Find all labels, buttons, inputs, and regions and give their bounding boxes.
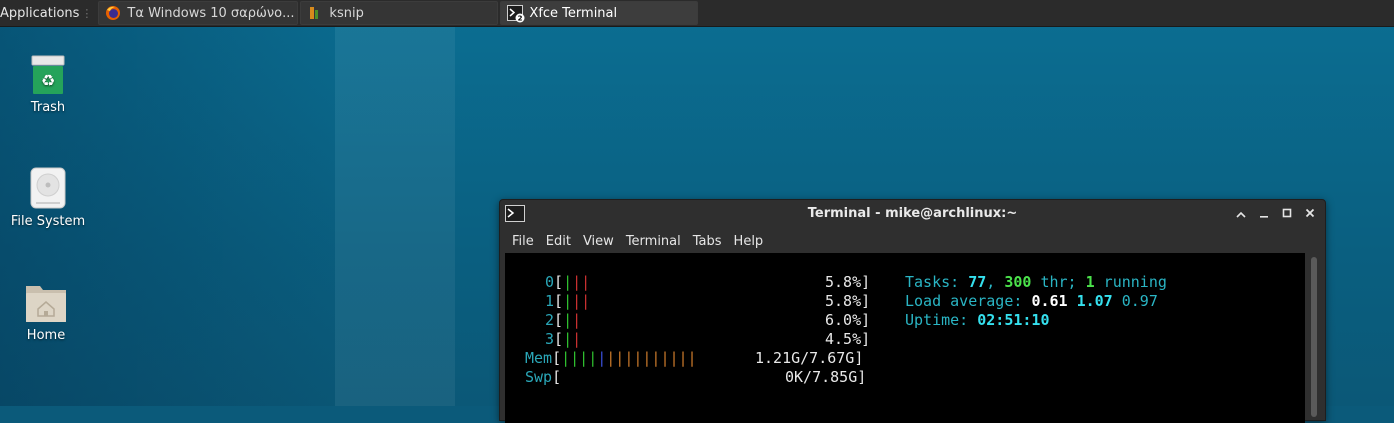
drive-icon bbox=[26, 166, 70, 210]
trash-icon: ♻ bbox=[26, 52, 70, 96]
task-terminal[interactable]: 2 Xfce Terminal bbox=[500, 1, 699, 25]
desktop-icon-filesystem[interactable]: File System bbox=[0, 166, 96, 229]
cpu-pct: 5.8%] bbox=[825, 273, 871, 291]
task-ksnip-label: ksnip bbox=[329, 5, 364, 21]
terminal-icon: 2 bbox=[507, 5, 525, 23]
applications-menu[interactable]: Applications ⋮ bbox=[0, 0, 96, 26]
menu-edit[interactable]: Edit bbox=[540, 234, 577, 249]
shade-button[interactable] bbox=[1229, 204, 1252, 224]
close-button[interactable] bbox=[1298, 204, 1321, 224]
desktop-icon-trash[interactable]: ♻ Trash bbox=[0, 52, 96, 115]
task-firefox[interactable]: Τα Windows 10 σαρώνο... bbox=[98, 1, 299, 25]
cpu-row: 3[|| bbox=[545, 330, 582, 348]
uptime-line: Uptime: 02:51:10 bbox=[905, 311, 1050, 329]
applications-menu-label: Applications bbox=[0, 5, 80, 21]
close-icon bbox=[1305, 207, 1315, 222]
home-folder-icon bbox=[24, 280, 68, 324]
swp-value: 0K/7.85G] bbox=[785, 368, 867, 386]
task-firefox-label: Τα Windows 10 σαρώνο... bbox=[127, 5, 295, 21]
window-title: Terminal - mike@archlinux:~ bbox=[807, 206, 1018, 221]
window-titlebar[interactable]: Terminal - mike@archlinux:~ bbox=[500, 200, 1325, 228]
task-ksnip[interactable]: ksnip bbox=[300, 1, 499, 25]
task-count-badge: 2 bbox=[518, 15, 523, 23]
cpu-row: 0[||| bbox=[545, 273, 591, 291]
handle-icon: ⋮ bbox=[81, 6, 93, 20]
ksnip-icon bbox=[307, 5, 323, 21]
maximize-button[interactable] bbox=[1275, 204, 1298, 224]
desktop-icon-filesystem-label: File System bbox=[10, 214, 86, 229]
menu-view[interactable]: View bbox=[577, 234, 620, 249]
menu-terminal[interactable]: Terminal bbox=[620, 234, 687, 249]
terminal-scrollbar[interactable] bbox=[1311, 257, 1317, 417]
desktop-icon-home[interactable]: Home bbox=[0, 280, 94, 343]
chevron-up-icon bbox=[1235, 207, 1246, 222]
svg-text:♻: ♻ bbox=[41, 71, 55, 90]
cpu-row: 2[|| bbox=[545, 311, 582, 329]
cpu-pct: 6.0%] bbox=[825, 311, 871, 329]
menu-file[interactable]: File bbox=[506, 234, 540, 249]
menu-tabs[interactable]: Tabs bbox=[687, 234, 728, 249]
task-terminal-label: Xfce Terminal bbox=[529, 5, 618, 21]
mem-row: Mem[||||||||||||||| bbox=[525, 349, 697, 367]
menu-help[interactable]: Help bbox=[728, 234, 770, 249]
mem-value: 1.21G/7.67G] bbox=[755, 349, 864, 367]
cpu-row: 1[||| bbox=[545, 292, 591, 310]
swp-row: Swp[ bbox=[525, 368, 562, 386]
terminal-menubar: File Edit View Terminal Tabs Help bbox=[500, 228, 1325, 254]
tasks-line: Tasks: 77, 300 thr; 1 running bbox=[905, 273, 1167, 291]
terminal-screen[interactable]: 0[||| 5.8%] 1[||| 5.8%] 2[|| 6.0%] 3[|| … bbox=[505, 253, 1305, 423]
minimize-icon bbox=[1259, 207, 1269, 222]
taskbar: Applications ⋮ Τα Windows 10 σαρώνο... k… bbox=[0, 0, 1394, 27]
desktop-icon-home-label: Home bbox=[26, 328, 66, 343]
load-line: Load average: 0.61 1.07 0.97 bbox=[905, 292, 1158, 310]
cpu-pct: 5.8%] bbox=[825, 292, 871, 310]
maximize-icon bbox=[1282, 207, 1292, 222]
minimize-button[interactable] bbox=[1252, 204, 1275, 224]
firefox-icon bbox=[105, 5, 121, 21]
terminal-window: Terminal - mike@archlinux:~ File Edit Vi… bbox=[499, 199, 1326, 423]
desktop-icon-trash-label: Trash bbox=[30, 100, 66, 115]
cpu-pct: 4.5%] bbox=[825, 330, 871, 348]
